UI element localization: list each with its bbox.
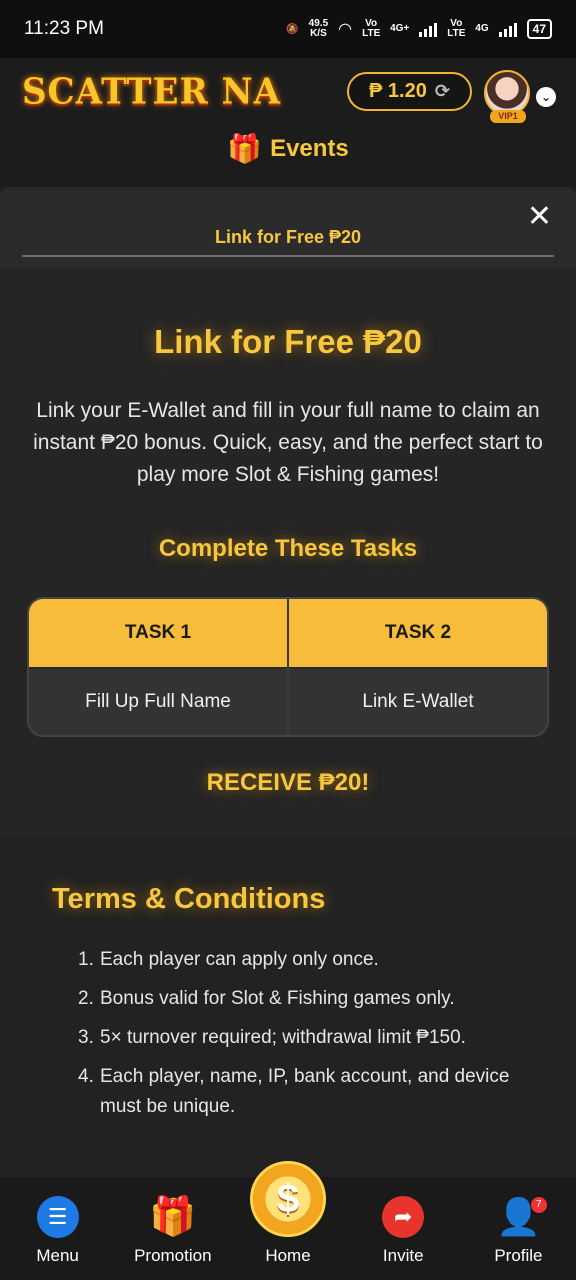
list-text: 5× turnover required; withdrawal limit ₱… [100,1027,466,1048]
wifi-icon: ◠ [338,21,353,38]
menu-icon: ☰ [36,1196,79,1238]
nav-invite[interactable]: ➦ Invite [346,1177,461,1280]
list-number: 3. [78,1027,94,1048]
nav-label: Invite [382,1246,424,1265]
chevron-down-icon[interactable]: ⌄ [536,87,556,107]
task-column-2: TASK 2 Link E-Wallet [287,599,547,735]
gift-icon: 🎁 [149,1196,197,1238]
refresh-icon[interactable]: ⟳ [435,81,450,102]
list-text: Each player can apply only once. [100,949,379,970]
terms-list: 1. Each player can apply only once. 2. Bon… [78,945,538,1131]
tab-link-for-free[interactable]: Link for Free ₱20 [22,227,554,257]
event-description: Link your E-Wallet and fill in your full… [33,399,543,486]
nav-promotion[interactable]: 🎁 Promotion [115,1177,230,1280]
nav-home[interactable]: $ Home [230,1161,345,1280]
list-text: Each player, name, IP, bank account, and… [100,1066,510,1117]
task-body[interactable]: Link E-Wallet [289,667,547,735]
vip-badge: VIP1 [490,110,526,123]
brand-logo[interactable]: SCATTER NA [22,71,281,113]
nav-label: Menu [36,1246,79,1265]
nav-label: Home [265,1246,311,1265]
events-label: Events [270,134,349,162]
share-arrow-icon: ➦ [382,1196,425,1238]
list-item: 3. 5× turnover required; withdrawal limit… [78,1023,538,1053]
battery-indicator: 47 [526,19,552,39]
list-item: 2. Bonus valid for Slot & Fishing games o… [78,984,538,1014]
bottom-nav: ☰ Menu 🎁 Promotion $ Home ➦ Invite 👤 7 P… [0,1161,576,1280]
nav-menu[interactable]: ☰ Menu [0,1177,115,1280]
mute-icon: 🔕 [286,23,299,35]
net-speed-unit: K/S [310,28,327,39]
balance-amount: ₱ 1.20 [369,80,427,102]
task-header: TASK 1 [29,599,287,667]
nav-label: Promotion [134,1246,212,1265]
nav-profile[interactable]: 👤 7 Profile [461,1177,576,1280]
task-column-1: TASK 1 Fill Up Full Name [29,599,287,735]
list-number: 2. [78,988,94,1009]
nav-label: Profile [494,1246,543,1265]
network-type-1: 4G+ [390,23,410,34]
notification-badge: 7 [530,1197,547,1213]
events-button[interactable]: 🎁 Events [0,132,576,165]
gift-icon: 🎁 [227,133,263,164]
tasks-heading: Complete These Tasks [158,535,418,562]
status-time: 11:23 PM [24,18,104,39]
page-title: Link for Free ₱20 [154,323,422,360]
receive-banner: RECEIVE ₱20! [206,769,370,796]
signal-icon-2 [498,21,517,37]
signal-icon-1 [419,21,438,37]
task-table: TASK 1 Fill Up Full Name TASK 2 Link E-W… [27,597,549,737]
event-panel: ✕ Link for Free ₱20 Link for Free ₱20 Li… [0,187,576,1177]
network-type-2: 4G [475,23,489,34]
task-body[interactable]: Fill Up Full Name [29,667,287,735]
list-number: 4. [78,1066,94,1087]
volte-label-1: Vo LTE [362,18,381,39]
list-item: 1. Each player can apply only once. [78,945,538,975]
balance-pill[interactable]: ₱ 1.20 ⟳ [347,72,472,111]
terms-heading: Terms & Conditions [52,883,326,915]
list-item: 4. Each player, name, IP, bank account, a… [78,1062,538,1122]
app-header: SCATTER NA ₱ 1.20 ⟳ VIP1 ⌄ 🎁 Events [0,58,576,188]
task-header: TASK 2 [289,599,547,667]
terms-section: Terms & Conditions 1. Each player can app… [0,837,576,1177]
list-number: 1. [78,949,94,970]
panel-header: ✕ Link for Free ₱20 [0,187,576,267]
status-icons: 🔕 49.5 K/S ◠ Vo LTE 4G+ Vo LTE 4G 47 [286,19,552,39]
net-speed: 49.5 K/S [309,19,328,39]
coin-icon: $ [250,1161,326,1237]
list-text: Bonus valid for Slot & Fishing games onl… [100,988,455,1009]
volte-label-2: Vo LTE [447,18,466,39]
status-bar: 11:23 PM 🔕 49.5 K/S ◠ Vo LTE 4G+ Vo LTE … [0,0,576,58]
